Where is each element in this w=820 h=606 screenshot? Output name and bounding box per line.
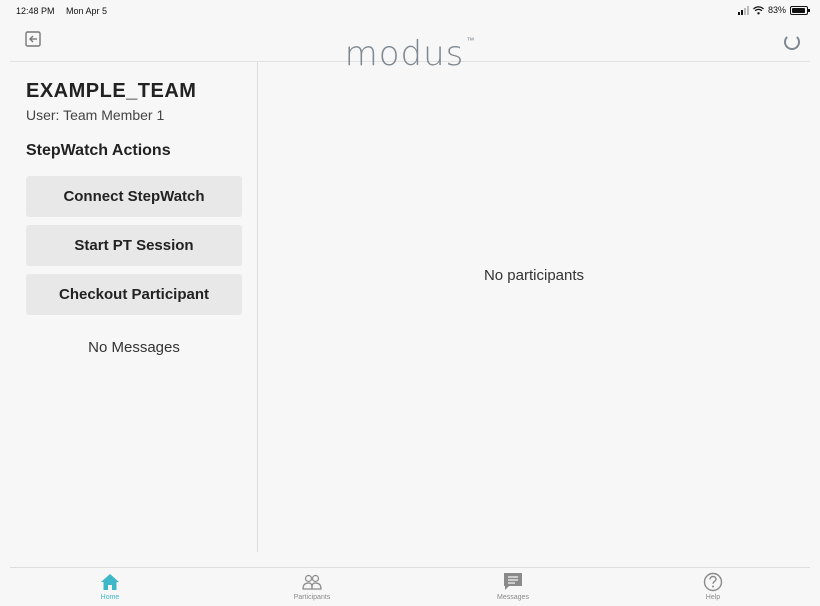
app-screen: 12:48 PM Mon Apr 5 83% modus ™ EXAMPLE_TE… — [0, 0, 820, 606]
participants-empty-state: No participants — [483, 267, 585, 284]
battery-percent: 83% — [767, 5, 786, 15]
checkout-participant-button[interactable]: Checkout Participant — [26, 274, 242, 315]
logo-trademark: ™ — [466, 36, 476, 45]
signal-icon — [737, 5, 749, 15]
tab-home[interactable]: Home — [10, 568, 210, 606]
messages-icon — [504, 573, 522, 590]
team-name: EXAMPLE_TEAM — [26, 80, 197, 102]
tab-home-label: Home — [100, 594, 120, 601]
tab-participants[interactable]: Participants — [212, 568, 412, 606]
start-pt-session-button[interactable]: Start PT Session — [26, 225, 242, 266]
loading-spinner-icon — [784, 34, 800, 50]
nav-bar: modus ™ — [10, 20, 810, 74]
tab-participants-label: Participants — [293, 594, 331, 601]
sidebar: EXAMPLE_TEAM User: Team Member 1 StepWat… — [10, 62, 258, 552]
tab-help[interactable]: Help — [613, 568, 813, 606]
actions-heading: StepWatch Actions — [26, 142, 171, 159]
status-date: Mon Apr 5 — [66, 6, 108, 16]
tab-help-label: Help — [705, 594, 721, 601]
status-indicators: 83% — [737, 5, 810, 15]
tab-messages[interactable]: Messages — [413, 568, 613, 606]
messages-status: No Messages — [88, 339, 180, 356]
status-bar: 12:48 PM Mon Apr 5 83% — [0, 0, 820, 20]
logo-text: modus — [344, 34, 465, 74]
tab-bar: Home Participants Messages Help — [10, 567, 810, 606]
user-label: User: Team Member 1 — [26, 107, 165, 123]
connect-stepwatch-button[interactable]: Connect StepWatch — [26, 176, 242, 217]
tab-messages-label: Messages — [497, 594, 529, 601]
participants-icon — [302, 574, 322, 590]
status-time: 12:48 PM — [16, 6, 55, 16]
battery-icon — [790, 5, 810, 15]
home-icon — [101, 574, 119, 590]
help-icon — [703, 572, 723, 592]
wifi-icon — [753, 5, 764, 14]
